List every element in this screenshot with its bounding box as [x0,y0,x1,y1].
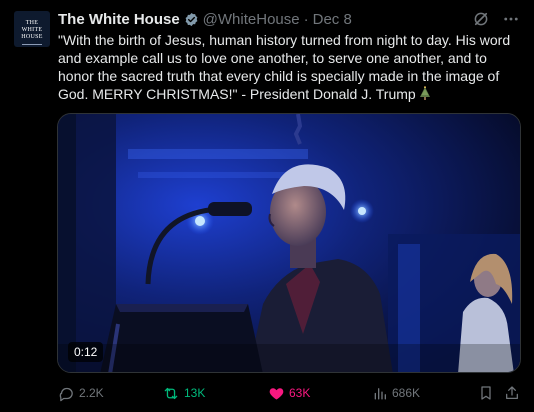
reply-button[interactable]: 2.2K [58,382,104,404]
verified-badge-icon[interactable] [184,12,199,27]
like-button[interactable]: 63K [268,382,310,404]
post-text-container: "With the birth of Jesus, human history … [58,31,524,105]
post-date[interactable]: Dec 8 [313,11,352,28]
reply-icon [58,385,79,402]
share-button[interactable] [504,382,524,404]
author-handle[interactable]: @WhiteHouse [203,11,300,28]
reply-count: 2.2K [79,386,104,400]
video-player[interactable]: 0:12 [57,113,521,373]
bookmark-icon [478,384,498,402]
avatar[interactable]: THE WHITE HOUSE [14,11,50,47]
avatar-line-2: WHITE [21,27,43,33]
top-right-icons [472,10,520,28]
repost-icon [162,385,184,402]
separator: · [303,10,309,28]
christmas-tree-emoji [418,86,432,105]
post-card[interactable]: THE WHITE HOUSE The White House @WhiteHo… [0,0,534,412]
avatar-line-1: THE [25,20,39,26]
bookmark-button[interactable] [478,382,498,404]
like-count: 63K [289,386,311,400]
repost-count: 13K [184,386,206,400]
grok-icon[interactable] [472,10,490,28]
video-frame [58,114,520,372]
repost-button[interactable]: 13K [162,382,205,404]
post-header: The White House @WhiteHouse · Dec 8 [58,9,352,29]
views-chart-icon [372,385,392,402]
views-button[interactable]: 686K [372,382,420,404]
share-icon [504,384,524,402]
video-timestamp: 0:12 [68,342,104,362]
action-bar: 2.2K 13K 63K 686K [58,382,524,404]
avatar-line-3: HOUSE [21,34,43,40]
more-options-icon[interactable] [502,10,520,28]
heart-icon [268,385,289,402]
author-name[interactable]: The White House [58,11,180,28]
avatar-divider [22,44,42,45]
post-text: "With the birth of Jesus, human history … [58,32,511,102]
view-count: 686K [392,386,421,400]
